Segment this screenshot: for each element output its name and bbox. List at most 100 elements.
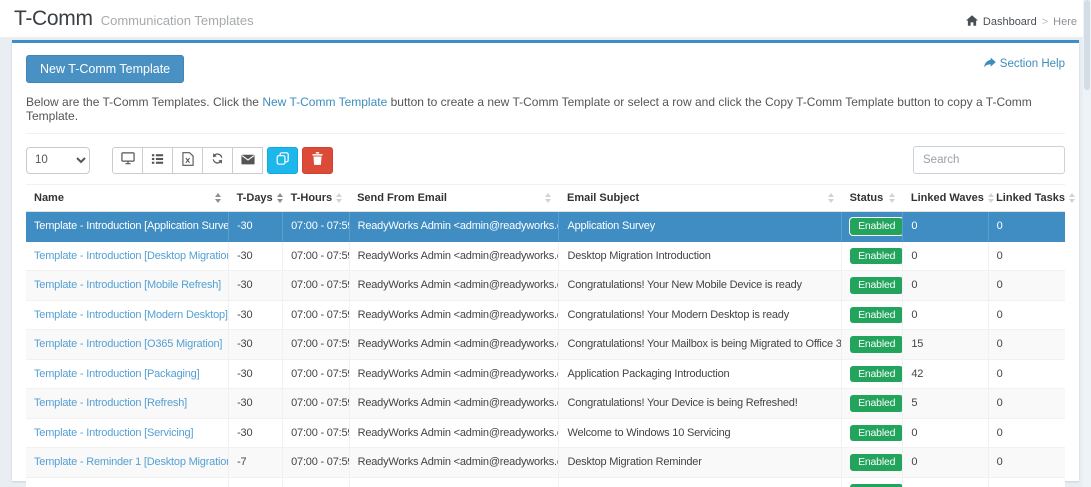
sort-icon — [827, 193, 834, 203]
cell-name: Template - Introduction [Packaging] — [26, 359, 229, 389]
template-link[interactable]: Template - Introduction [Servicing] — [34, 427, 194, 439]
table-row[interactable]: Template - Introduction [Servicing] -30 … — [26, 418, 1065, 448]
cell-send-from: ReadyWorks Admin <admin@readyworks.com> — [348, 241, 559, 271]
status-badge: Enabled — [850, 306, 903, 323]
cell-linked-tasks: 0 — [987, 241, 1065, 271]
table-header-row: Name T-Days T-Hours Send From Email Emai… — [26, 184, 1075, 212]
cell-send-from: ReadyWorks Admin <admin@readyworks.com> — [348, 388, 559, 419]
column-header-name[interactable]: Name — [26, 184, 229, 212]
vertical-scrollbar[interactable] — [1083, 0, 1091, 487]
page-subtitle: Communication Templates — [100, 13, 254, 28]
table-row[interactable]: Template - Introduction [Desktop Migrati… — [26, 241, 1065, 271]
cell-send-from: ReadyWorks Admin <admin@readyworks.com> — [348, 270, 559, 301]
table-row[interactable]: Template - Reminder 1 [Desktop Migration… — [26, 447, 1065, 478]
template-link[interactable]: Template - Introduction [O365 Migration] — [34, 338, 222, 350]
cell-send-from: ReadyWorks Admin <admin@readyworks.com> — [348, 329, 559, 360]
table-row[interactable]: Template - Introduction [Modern Desktop]… — [26, 300, 1065, 330]
cell-linked-waves: 0 — [902, 300, 989, 330]
table-row[interactable]: Template - Introduction [Packaging] -30 … — [26, 359, 1065, 389]
cell-linked-tasks: 0 — [987, 388, 1065, 419]
template-link[interactable]: Template - Reminder 1 [Desktop Migration… — [34, 456, 229, 468]
cell-subject: Congratulations! Your New Mobile Device … — [558, 270, 842, 301]
column-header-t-days[interactable]: T-Days — [228, 184, 283, 212]
export-excel-button[interactable] — [172, 146, 203, 174]
table-row[interactable]: Template - Introduction [O365 Migration]… — [26, 329, 1065, 360]
delete-template-button[interactable] — [302, 146, 333, 174]
scrollbar-thumb[interactable] — [1084, 0, 1090, 90]
cell-status: Enabled — [841, 388, 903, 419]
breadcrumb-separator: > — [1041, 15, 1049, 28]
cell-t-hours: 07:00 - 07:59 — [282, 300, 350, 330]
breadcrumb: Dashboard > Here — [965, 15, 1077, 28]
refresh-button[interactable] — [202, 146, 233, 174]
column-header-email-subject[interactable]: Email Subject — [558, 184, 842, 212]
cell-linked-waves: 0 — [902, 418, 989, 448]
column-header-send-from-email[interactable]: Send From Email — [349, 184, 559, 212]
column-header-status[interactable]: Status — [841, 184, 903, 212]
table-row[interactable]: Template - Testing Request [Packaging] -… — [26, 477, 1065, 487]
cell-subject: Welcome to Windows 10 Servicing — [558, 418, 842, 448]
column-header-t-hours[interactable]: T-Hours — [282, 184, 350, 212]
cell-linked-waves: 42 — [902, 359, 989, 389]
template-link[interactable]: Template - Introduction [Modern Desktop] — [34, 309, 228, 321]
list-icon — [151, 153, 164, 168]
cell-t-hours: 07:00 - 07:59 — [282, 388, 350, 419]
cell-subject: Desktop Migration Introduction — [558, 241, 842, 271]
sort-icon — [888, 193, 895, 203]
cell-status: Enabled — [841, 241, 903, 271]
cell-name: Template - Introduction [Servicing] — [26, 418, 229, 448]
cell-status: Enabled — [841, 418, 903, 448]
cell-linked-waves: 0 — [902, 241, 989, 271]
cell-t-days: -7 — [228, 447, 283, 478]
template-link[interactable]: Template - Introduction [Mobile Refresh] — [34, 279, 221, 291]
cell-send-from: ReadyWorks Admin <admin@readyworks.com> — [348, 477, 559, 487]
refresh-icon — [211, 152, 224, 168]
cell-subject: Request: Application Package Testing — [558, 477, 842, 487]
section-help-link[interactable]: Section Help — [983, 57, 1065, 71]
table-row[interactable]: Template - Introduction [Mobile Refresh]… — [26, 270, 1065, 301]
cell-subject: Congratulations! Your Modern Desktop is … — [558, 300, 842, 330]
cell-name: Template - Introduction [Application Sur… — [26, 211, 229, 242]
cell-t-days: -30 — [228, 241, 283, 271]
status-badge: Enabled — [850, 483, 903, 487]
cell-linked-tasks: 0 — [987, 329, 1065, 360]
cell-send-from: ReadyWorks Admin <admin@readyworks.com> — [348, 211, 559, 242]
table-row[interactable]: Template - Introduction [Refresh] -30 07… — [26, 388, 1065, 419]
cell-t-days: -30 — [228, 359, 283, 389]
cell-t-hours: 07:00 - 07:59 — [282, 359, 350, 389]
cell-subject: Application Packaging Introduction — [558, 359, 842, 389]
cell-status: Enabled — [841, 300, 903, 330]
breadcrumb-dashboard[interactable]: Dashboard — [983, 16, 1037, 28]
page-title: T-Comm — [14, 7, 93, 30]
display-toggle-button[interactable] — [112, 146, 143, 174]
page-length-select[interactable]: 10 — [26, 146, 90, 174]
cell-name: Template - Introduction [Modern Desktop] — [26, 300, 229, 330]
top-header-bar: T-Comm Communication Templates Dashboard … — [0, 0, 1091, 37]
status-badge: Enabled — [850, 218, 903, 235]
cell-t-hours: 07:00 - 07:59 — [282, 241, 350, 271]
copy-template-button[interactable] — [267, 146, 298, 174]
envelope-icon — [240, 153, 255, 168]
template-link[interactable]: Template - Introduction [Packaging] — [34, 368, 200, 380]
email-button[interactable] — [232, 146, 263, 174]
new-template-inline-link[interactable]: New T-Comm Template — [262, 95, 387, 109]
template-link[interactable]: Template - Introduction [Desktop Migrati… — [34, 250, 229, 262]
new-template-button[interactable]: New T-Comm Template — [26, 55, 185, 83]
cell-status: Enabled — [841, 359, 903, 389]
column-visibility-button[interactable] — [142, 146, 173, 174]
cell-send-from: ReadyWorks Admin <admin@readyworks.com> — [348, 300, 559, 330]
cell-t-days: -30 — [228, 418, 283, 448]
cell-t-days: -30 — [228, 388, 283, 419]
status-badge: Enabled — [850, 277, 903, 294]
status-badge: Enabled — [850, 247, 903, 264]
column-header-linked-tasks[interactable]: Linked Tasks — [988, 184, 1075, 212]
template-link[interactable]: Template - Introduction [Refresh] — [34, 397, 187, 409]
search-input[interactable] — [913, 146, 1065, 174]
template-link[interactable]: Template - Introduction [Application Sur… — [34, 220, 229, 232]
column-header-linked-waves[interactable]: Linked Waves — [902, 184, 994, 212]
cell-linked-tasks: 0 — [987, 359, 1065, 389]
cell-t-days: -3 — [228, 477, 283, 487]
cell-linked-tasks: 42 — [987, 477, 1065, 487]
cell-linked-tasks: 0 — [987, 300, 1065, 330]
table-row[interactable]: Template - Introduction [Application Sur… — [26, 211, 1065, 242]
